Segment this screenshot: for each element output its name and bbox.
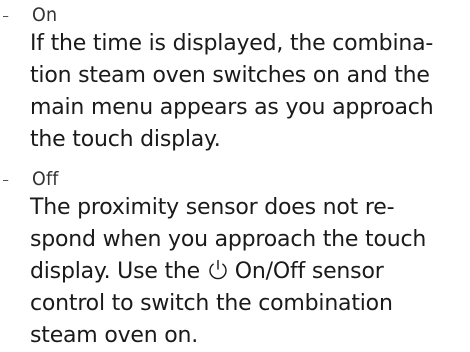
option-heading: - Off — [0, 166, 466, 192]
description-line: control to switch the combination — [30, 291, 393, 316]
bullet-dash: - — [2, 167, 10, 191]
description-line: The proximity sensor does not re- — [30, 195, 395, 220]
option-off: - Off The proximity sensor does not re- … — [0, 166, 466, 352]
description-line: tion steam oven switches on and the — [30, 63, 430, 88]
description-line: the touch display. — [30, 127, 221, 152]
description-text: display. Use the — [30, 259, 200, 284]
option-on: - On If the time is displayed, the combi… — [0, 2, 466, 156]
bullet-dash: - — [2, 3, 10, 27]
description-line: If the time is displayed, the combina- — [30, 31, 434, 56]
option-description: If the time is displayed, the combina- t… — [30, 28, 466, 156]
option-label-off: Off — [32, 168, 59, 190]
description-line-with-icon: display. Use the On/Off sensor — [30, 256, 466, 288]
description-line: spond when you approach the touch — [30, 227, 427, 252]
option-heading: - On — [0, 2, 466, 28]
option-description: The proximity sensor does not re- spond … — [30, 192, 466, 352]
power-icon — [207, 259, 229, 281]
description-line: steam oven on. — [30, 323, 199, 348]
description-text: On/Off sensor — [234, 259, 384, 284]
option-label-on: On — [32, 4, 58, 26]
manual-page: - On If the time is displayed, the combi… — [0, 0, 470, 348]
description-line: main menu appears as you approach — [30, 95, 434, 120]
